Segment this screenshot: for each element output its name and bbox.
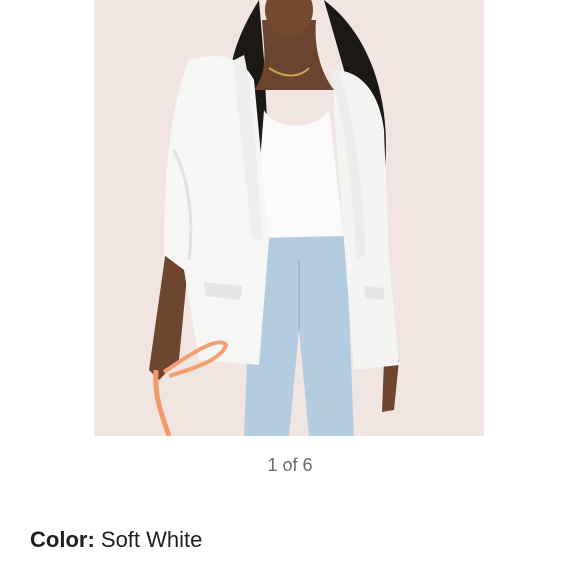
product-image[interactable] bbox=[94, 0, 484, 436]
product-photo bbox=[94, 0, 484, 436]
image-pager: 1 of 6 bbox=[267, 455, 313, 475]
color-value: Soft White bbox=[100, 527, 203, 552]
color-selection: Color: Soft White bbox=[30, 527, 202, 553]
color-label: Color: bbox=[30, 527, 95, 552]
